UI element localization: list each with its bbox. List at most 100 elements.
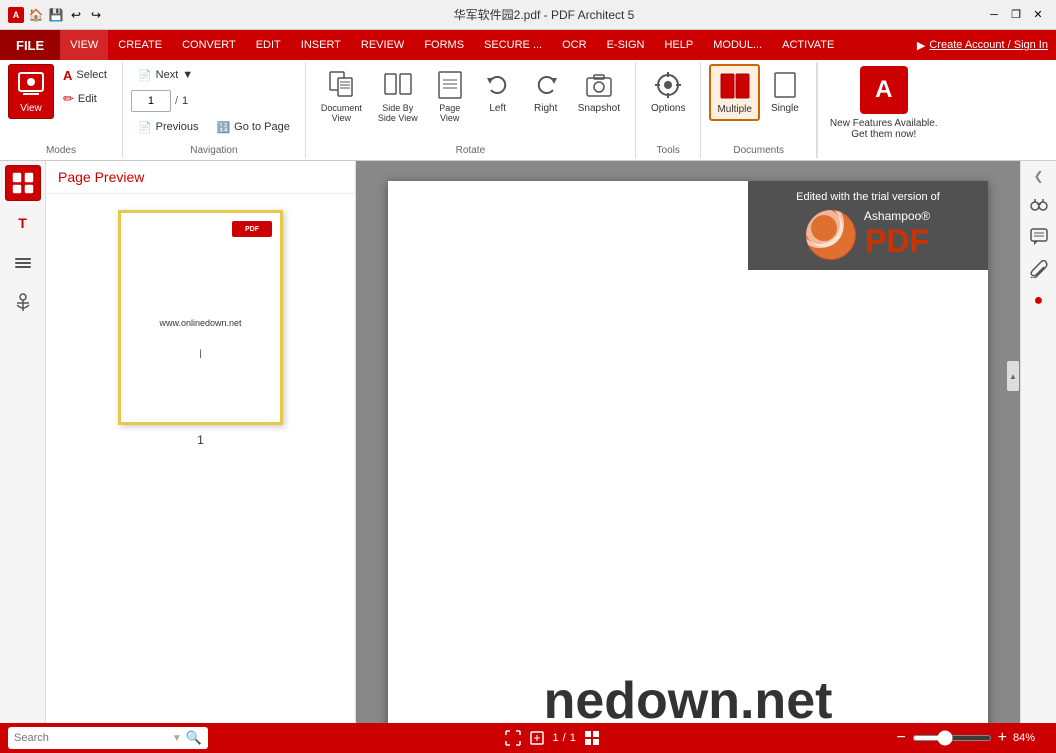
minimize-button[interactable]: ─ <box>984 5 1004 25</box>
ribbon-btn-left[interactable]: Left <box>475 64 521 119</box>
restore-button[interactable]: ❐ <box>1006 5 1026 25</box>
nav-top-row: 📄 Next ▼ <box>131 64 297 86</box>
ribbon-btn-select[interactable]: A Select <box>56 64 114 86</box>
fullscreen-btn[interactable] <box>505 730 521 746</box>
ribbon-btn-pageview[interactable]: PageView <box>427 64 473 128</box>
left-sidebar: T <box>0 161 46 723</box>
menu-item-modul[interactable]: MODUL... <box>703 30 772 60</box>
ribbon-btn-right[interactable]: Right <box>523 64 569 119</box>
nav-bottom-row: 📄 Previous 🔢 Go to Page <box>131 116 297 138</box>
menu-item-help[interactable]: HELP <box>654 30 703 60</box>
menu-item-convert[interactable]: CONVERT <box>172 30 246 60</box>
main-area: T Page Preview PDF www.onli <box>0 161 1056 723</box>
page-thumb-url: www.onlinedown.net <box>159 318 241 328</box>
title-bar-left: A 🏠 💾 ↩ ↪ <box>8 7 104 23</box>
docview-icon <box>325 69 357 101</box>
right-sidebar-collapse[interactable]: ❮ <box>1021 165 1056 187</box>
app-icon: A <box>8 7 24 23</box>
menu-items: VIEW CREATE CONVERT EDIT INSERT REVIEW F… <box>60 30 1056 60</box>
zoom-percent: 84% <box>1013 732 1048 744</box>
ashampoo-pdf-label: PDF <box>864 223 930 260</box>
search-icon[interactable]: 🔍 <box>186 730 202 746</box>
goto-label: Go to Page <box>234 121 290 133</box>
ribbon-content: View A Select ✏ Edit Modes <box>0 60 1056 160</box>
menu-item-view[interactable]: VIEW <box>60 30 108 60</box>
sidebar-btn-anchor[interactable] <box>5 285 41 321</box>
right-sidebar-btn-comment[interactable] <box>1025 223 1053 251</box>
right-sidebar-btn-paperclip[interactable] <box>1025 255 1053 283</box>
thumbnail-view-btn[interactable] <box>584 730 600 746</box>
menu-item-ocr[interactable]: OCR <box>552 30 596 60</box>
fit-page-btn[interactable] <box>529 730 545 746</box>
close-button[interactable]: ✕ <box>1028 5 1048 25</box>
page-number-label: 1 <box>197 433 204 447</box>
ribbon-btn-snapshot[interactable]: Snapshot <box>571 64 627 119</box>
create-account-link[interactable]: Create Account / Sign In <box>929 39 1048 51</box>
ribbon: View A Select ✏ Edit Modes <box>0 60 1056 161</box>
ashampoo-brand-text: Ashampoo® PDF <box>864 209 930 260</box>
menu-item-secure[interactable]: SECURE ... <box>474 30 552 60</box>
edit-icon: ✏ <box>63 91 74 107</box>
rotate-label: Rotate <box>456 143 485 156</box>
ribbon-btn-next[interactable]: 📄 Next ▼ <box>131 64 200 86</box>
menu-item-edit[interactable]: EDIT <box>246 30 291 60</box>
menu-item-forms[interactable]: FORMS <box>414 30 474 60</box>
menu-item-esign[interactable]: E-SIGN <box>597 30 655 60</box>
next-arrow: ▼ <box>182 69 193 81</box>
status-bar: ▼ 🔍 1 / 1 <box>0 723 1056 753</box>
page-thumbnail[interactable]: PDF www.onlinedown.net | <box>118 210 283 425</box>
menu-file[interactable]: FILE <box>0 30 60 60</box>
ribbon-btn-multiple[interactable]: Multiple <box>709 64 759 121</box>
ribbon-btn-single[interactable]: Single <box>762 64 808 119</box>
menu-item-review[interactable]: REVIEW <box>351 30 414 60</box>
menu-item-insert[interactable]: INSERT <box>291 30 351 60</box>
ribbon-btn-options[interactable]: Options <box>644 64 692 119</box>
view-icon <box>15 69 47 101</box>
ribbon-btn-docview[interactable]: DocumentView <box>314 64 369 128</box>
ribbon-btn-goto[interactable]: 🔢 Go to Page <box>209 116 296 138</box>
redo-icon[interactable]: ↪ <box>88 7 104 23</box>
ribbon-btn-previous[interactable]: 📄 Previous <box>131 116 206 138</box>
ribbon-collapse-handle[interactable]: ▲ <box>1007 361 1019 391</box>
menu-item-create[interactable]: CREATE <box>108 30 172 60</box>
right-sidebar-btn-binoculars[interactable] <box>1025 191 1053 219</box>
save-icon[interactable]: 💾 <box>48 7 64 23</box>
search-input[interactable] <box>14 732 168 744</box>
page-number-input[interactable] <box>131 90 171 112</box>
sideside-icon <box>382 69 414 101</box>
edit-label: Edit <box>78 93 97 105</box>
multiple-icon <box>719 70 751 102</box>
sidebar-btn-thumbnail[interactable] <box>5 165 41 201</box>
menu-item-activate[interactable]: ACTIVATE <box>772 30 844 60</box>
ribbon-btn-edit[interactable]: ✏ Edit <box>56 88 114 110</box>
sideside-label: Side BySide View <box>378 103 418 123</box>
right-sidebar: ❮ ● <box>1020 161 1056 723</box>
watermark-text: Edited with the trial version of <box>758 191 978 203</box>
ashampoo-name: Ashampoo® <box>864 209 930 223</box>
right-rotate-icon <box>530 69 562 101</box>
window-title: 华军软件园2.pdf - PDF Architect 5 <box>104 6 984 23</box>
page-thumb-cursor: | <box>199 348 201 358</box>
view-label: View <box>20 103 42 114</box>
zoom-in-btn[interactable]: + <box>998 729 1007 747</box>
ribbon-group-navigation: 📄 Next ▼ / 1 📄 Previous 🔢 <box>123 62 306 158</box>
ribbon-btn-view[interactable]: View <box>8 64 54 119</box>
home-icon[interactable]: 🏠 <box>28 7 44 23</box>
undo-icon[interactable]: ↩ <box>68 7 84 23</box>
docview-label: DocumentView <box>321 103 362 123</box>
title-bar: A 🏠 💾 ↩ ↪ 华军软件园2.pdf - PDF Architect 5 ─… <box>0 0 1056 30</box>
pdf-logo: PDF <box>232 221 272 237</box>
new-features-icon: A <box>860 66 908 114</box>
sidebar-btn-text[interactable]: T <box>5 205 41 241</box>
search-area: ▼ 🔍 <box>8 727 208 749</box>
status-page-separator: / <box>563 732 566 744</box>
ribbon-btn-sideside[interactable]: Side BySide View <box>371 64 425 128</box>
right-sidebar-btn-stamp[interactable]: ● <box>1025 287 1053 315</box>
sidebar-btn-layers[interactable] <box>5 245 41 281</box>
zoom-slider[interactable] <box>912 735 992 741</box>
preview-panel: Page Preview PDF www.onlinedown.net | 1 <box>46 161 356 723</box>
search-dropdown-icon[interactable]: ▼ <box>172 733 182 744</box>
new-features-area[interactable]: A New Features Available.Get them now! <box>817 62 950 158</box>
zoom-out-btn[interactable]: − <box>896 729 905 747</box>
status-page-total: 1 <box>570 732 576 744</box>
